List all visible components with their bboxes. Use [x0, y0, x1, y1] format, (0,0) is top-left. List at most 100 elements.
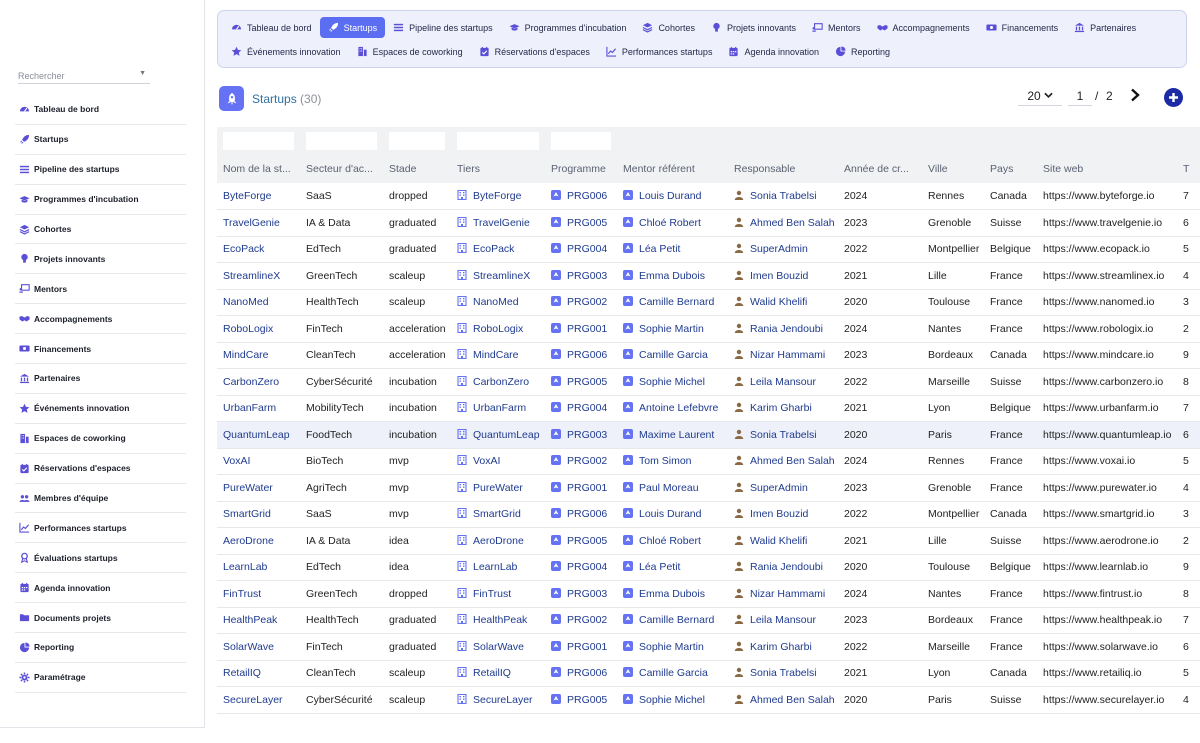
- search-input[interactable]: [18, 68, 136, 84]
- cell-name[interactable]: FinTrust: [217, 580, 300, 608]
- tab-cohortes[interactable]: Cohortes: [634, 17, 703, 38]
- cell-tiers[interactable]: MindCare: [451, 342, 545, 369]
- sidebar-item-reservations-d-espaces[interactable]: Réservations d'espaces: [15, 454, 186, 484]
- cell-programme[interactable]: PRG004: [545, 554, 617, 581]
- column-header-responsable[interactable]: Responsable: [728, 154, 838, 183]
- tab-pipeline-des-startups[interactable]: Pipeline des startups: [385, 17, 501, 38]
- cell-programme[interactable]: PRG005: [545, 527, 617, 555]
- table-row[interactable]: SecureLayer CyberSécurité scaleup SecureLay…: [217, 686, 1200, 714]
- tab-reporting[interactable]: Reporting: [827, 41, 898, 62]
- column-header-tiers[interactable]: Tiers: [451, 154, 545, 183]
- cell-tiers[interactable]: LearnLab: [451, 554, 545, 581]
- cell-responsable[interactable]: Walid Khelifi: [728, 527, 838, 555]
- cell-tiers[interactable]: VoxAI: [451, 448, 545, 475]
- tab-partenaires[interactable]: Partenaires: [1066, 17, 1144, 38]
- cell-mentor[interactable]: Emma Dubois: [617, 262, 728, 290]
- tab-startups[interactable]: Startups: [319, 17, 386, 38]
- sidebar-item-evenements-innovation[interactable]: Événements innovation: [15, 394, 186, 424]
- cell-mentor[interactable]: Maxime Laurent: [617, 421, 728, 449]
- table-row[interactable]: RetailIQ CleanTech scaleup RetailIQ PRG006 Ca…: [217, 660, 1200, 687]
- sidebar-item-performances-startups[interactable]: Performances startups: [15, 513, 186, 544]
- cell-responsable[interactable]: Karim Gharbi: [728, 633, 838, 661]
- cell-programme[interactable]: PRG006: [545, 342, 617, 369]
- table-row[interactable]: CarbonZero CyberSécurité incubation CarbonZ…: [217, 368, 1200, 396]
- cell-mentor[interactable]: Emma Dubois: [617, 580, 728, 608]
- column-header-programme[interactable]: Programme: [545, 154, 617, 183]
- filter-input-tiers[interactable]: [457, 132, 539, 150]
- table-row[interactable]: SolarWave FinTech graduated SolarWave PRG001…: [217, 633, 1200, 661]
- sidebar-item-cohortes[interactable]: Cohortes: [15, 215, 186, 245]
- cell-programme[interactable]: PRG003: [545, 421, 617, 449]
- table-row[interactable]: MindCare CleanTech acceleration MindCare PRG…: [217, 342, 1200, 369]
- sidebar-item-mentors[interactable]: Mentors: [15, 274, 186, 305]
- cell-name[interactable]: RetailIQ: [217, 660, 300, 687]
- page-size-select[interactable]: 20: [1018, 86, 1062, 106]
- table-row[interactable]: NanoMed HealthTech scaleup NanoMed PRG002 Cam…: [217, 289, 1200, 316]
- column-header-website[interactable]: Site web: [1037, 154, 1177, 183]
- table-row[interactable]: LearnLab EdTech idea LearnLab PRG004 Léa Peti…: [217, 554, 1200, 581]
- sidebar-item-evaluations-startups[interactable]: Évaluations startups: [15, 543, 186, 574]
- table-row[interactable]: PureWater AgriTech mvp PureWater PRG001 Paul …: [217, 474, 1200, 502]
- cell-name[interactable]: StreamlineX: [217, 262, 300, 290]
- cell-mentor[interactable]: Tom Simon: [617, 448, 728, 475]
- cell-responsable[interactable]: Ahmed Ben Salah: [728, 686, 838, 714]
- cell-name[interactable]: HealthPeak: [217, 607, 300, 634]
- tab-mentors[interactable]: Mentors: [804, 17, 869, 38]
- tab-evenements-innovation[interactable]: Événements innovation: [223, 41, 349, 62]
- table-row[interactable]: UrbanFarm MobilityTech incubation UrbanFarm…: [217, 395, 1200, 422]
- cell-tiers[interactable]: RoboLogix: [451, 315, 545, 343]
- filter-input-programme[interactable]: [551, 132, 611, 150]
- cell-responsable[interactable]: Karim Gharbi: [728, 395, 838, 422]
- cell-programme[interactable]: PRG002: [545, 448, 617, 475]
- cell-responsable[interactable]: SuperAdmin: [728, 474, 838, 502]
- cell-responsable[interactable]: Imen Bouzid: [728, 262, 838, 290]
- column-header-city[interactable]: Ville: [922, 154, 984, 183]
- cell-programme[interactable]: PRG001: [545, 315, 617, 343]
- tab-accompagnements[interactable]: Accompagnements: [869, 17, 978, 38]
- tab-programmes-d-incubation[interactable]: Programmes d'incubation: [501, 17, 635, 38]
- sidebar-item-parametrage[interactable]: Paramétrage: [15, 663, 186, 693]
- cell-responsable[interactable]: Ahmed Ben Salah: [728, 448, 838, 475]
- cell-tiers[interactable]: QuantumLeap: [451, 421, 545, 449]
- table-row[interactable]: ByteForge SaaS dropped ByteForge PRG006 Louis…: [217, 183, 1200, 210]
- cell-mentor[interactable]: Léa Petit: [617, 554, 728, 581]
- cell-mentor[interactable]: Antoine Lefebvre: [617, 395, 728, 422]
- tab-financements[interactable]: Financements: [978, 17, 1067, 38]
- cell-programme[interactable]: PRG005: [545, 686, 617, 714]
- sidebar-item-reporting[interactable]: Reporting: [15, 633, 186, 663]
- tab-espaces-de-coworking[interactable]: Espaces de coworking: [349, 41, 471, 62]
- column-header-name[interactable]: Nom de la st...: [217, 154, 300, 183]
- cell-mentor[interactable]: Louis Durand: [617, 501, 728, 528]
- sidebar-item-financements[interactable]: Financements: [15, 334, 186, 365]
- cell-mentor[interactable]: Camille Garcia: [617, 342, 728, 369]
- cell-tiers[interactable]: RetailIQ: [451, 660, 545, 687]
- tab-projets-innovants[interactable]: Projets innovants: [703, 17, 804, 38]
- cell-mentor[interactable]: Léa Petit: [617, 236, 728, 263]
- cell-name[interactable]: SecureLayer: [217, 686, 300, 714]
- cell-tiers[interactable]: UrbanFarm: [451, 395, 545, 422]
- cell-mentor[interactable]: Louis Durand: [617, 183, 728, 210]
- cell-programme[interactable]: PRG006: [545, 183, 617, 210]
- tab-reservations-d-espaces[interactable]: Réservations d'espaces: [471, 41, 598, 62]
- filter-input-stage[interactable]: [389, 132, 445, 150]
- cell-mentor[interactable]: Sophie Martin: [617, 633, 728, 661]
- cell-name[interactable]: CarbonZero: [217, 368, 300, 396]
- cell-tiers[interactable]: HealthPeak: [451, 607, 545, 634]
- sidebar-item-startups[interactable]: Startups: [15, 125, 186, 155]
- cell-tiers[interactable]: AeroDrone: [451, 527, 545, 555]
- cell-tiers[interactable]: SmartGrid: [451, 501, 545, 528]
- cell-tiers[interactable]: ByteForge: [451, 183, 545, 210]
- table-row[interactable]: FinTrust GreenTech dropped FinTrust PRG003 Em…: [217, 580, 1200, 608]
- cell-tiers[interactable]: SolarWave: [451, 633, 545, 661]
- cell-tiers[interactable]: PureWater: [451, 474, 545, 502]
- current-page-input[interactable]: 1: [1068, 86, 1092, 106]
- tab-agenda-innovation[interactable]: Agenda innovation: [720, 41, 827, 62]
- filter-input-name[interactable]: [223, 132, 294, 150]
- add-startup-button[interactable]: [1164, 88, 1183, 107]
- cell-mentor[interactable]: Sophie Michel: [617, 686, 728, 714]
- cell-responsable[interactable]: Ahmed Ben Salah: [728, 209, 838, 237]
- cell-programme[interactable]: PRG005: [545, 368, 617, 396]
- cell-responsable[interactable]: Nizar Hammami: [728, 342, 838, 369]
- sidebar-item-tableau-de-bord[interactable]: Tableau de bord: [15, 95, 186, 125]
- cell-programme[interactable]: PRG005: [545, 209, 617, 237]
